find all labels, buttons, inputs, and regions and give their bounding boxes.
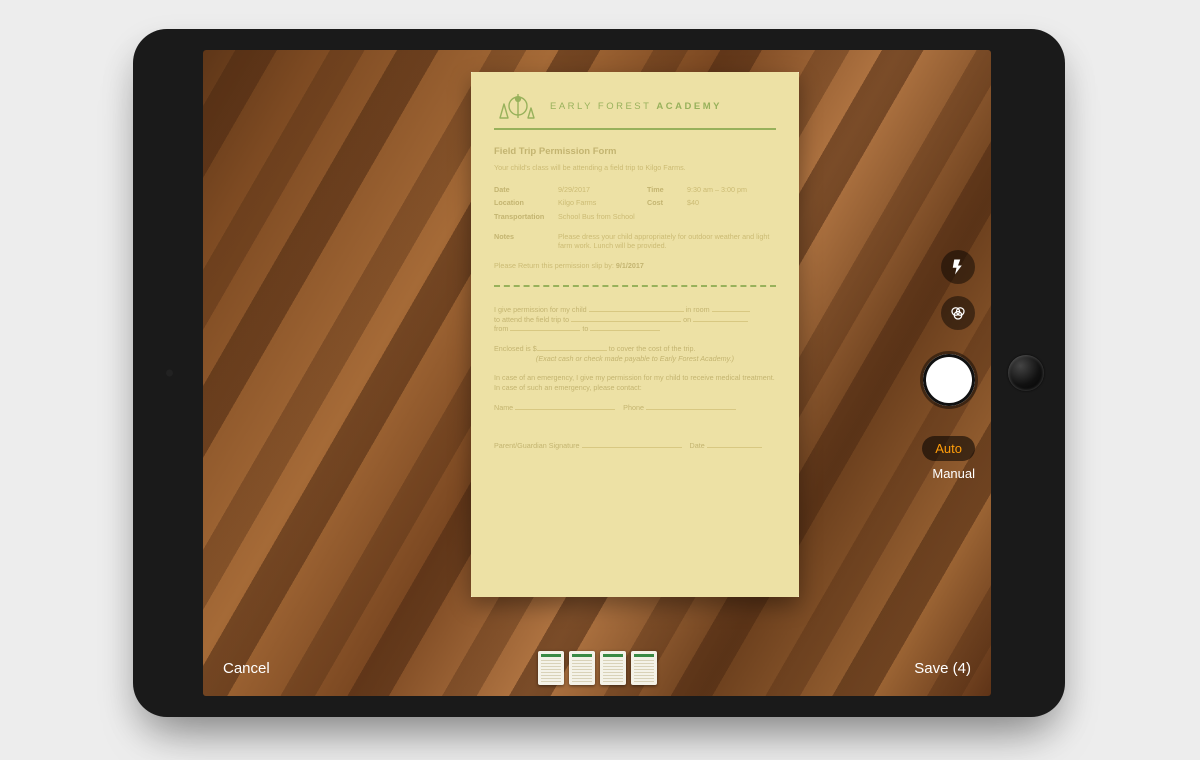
- signature-line: Parent/Guardian Signature Date: [494, 441, 776, 451]
- notes-label: Notes: [494, 232, 558, 251]
- time-value: 9:30 am – 3:00 pm: [687, 185, 776, 195]
- flash-button[interactable]: [941, 250, 975, 284]
- consent-2a: to attend the field trip to: [494, 315, 571, 324]
- capture-mode-manual[interactable]: Manual: [932, 466, 975, 481]
- blank-to-time: [590, 325, 660, 331]
- payable-note: (Exact cash or check made payable to Ear…: [494, 354, 776, 364]
- enclosed-a: Enclosed is $: [494, 344, 537, 353]
- signature-label: Parent/Guardian Signature: [494, 441, 582, 450]
- contact-line: Name Phone: [494, 403, 776, 413]
- enclosed-line: Enclosed is $ to cover the cost of the t…: [494, 344, 776, 363]
- save-button[interactable]: Save (4): [914, 660, 971, 677]
- cost-label: Cost: [647, 198, 687, 208]
- scan-thumbnail[interactable]: [538, 651, 564, 685]
- date-value: 9/29/2017: [558, 185, 647, 195]
- blank-sig-date: [707, 441, 762, 447]
- blank-room: [712, 305, 750, 311]
- ipad-device-frame: EARLY FOREST ACADEMY Field Trip Permissi…: [133, 29, 1065, 717]
- location-label: Location: [494, 198, 558, 208]
- cost-value: $40: [687, 198, 776, 208]
- header-rule: [494, 128, 776, 130]
- bottom-toolbar: Cancel Save (4): [203, 640, 991, 696]
- blank-destination: [571, 315, 681, 321]
- shutter-button[interactable]: [923, 354, 975, 406]
- consent-3a: from: [494, 324, 510, 333]
- cancel-button[interactable]: Cancel: [223, 660, 270, 677]
- blank-contact-name: [515, 403, 615, 409]
- contact-phone-label: Phone: [623, 403, 646, 412]
- sig-date-label: Date: [690, 441, 707, 450]
- form-subtitle: Your child's class will be attending a f…: [494, 163, 776, 173]
- blank-on-date: [693, 315, 748, 321]
- consent-line-1: I give permission for my child in room t…: [494, 305, 776, 334]
- date-label: Date: [494, 185, 558, 195]
- brand-bold: ACADEMY: [656, 101, 722, 112]
- blank-child-name: [589, 305, 684, 311]
- filters-button[interactable]: [941, 296, 975, 330]
- blank-from-time: [510, 325, 580, 331]
- home-button[interactable]: [1008, 355, 1044, 391]
- consent-1b: in room: [684, 305, 712, 314]
- consent-3b: to: [580, 324, 590, 333]
- time-label: Time: [647, 185, 687, 195]
- tear-line: [494, 285, 776, 287]
- blank-contact-phone: [646, 403, 736, 409]
- blank-amount: [537, 345, 607, 351]
- form-fields-grid: Date 9/29/2017 Time 9:30 am – 3:00 pm Lo…: [494, 185, 776, 222]
- scan-thumbnails: [538, 651, 657, 685]
- return-by-prefix: Please Return this permission slip by:: [494, 261, 616, 270]
- school-logo-icon: [494, 92, 540, 122]
- contact-name-label: Name: [494, 403, 515, 412]
- location-value: Kilgo Farms: [558, 198, 647, 208]
- enclosed-b: to cover the cost of the trip.: [607, 344, 696, 353]
- scanned-document: EARLY FOREST ACADEMY Field Trip Permissi…: [471, 72, 799, 597]
- form-title: Field Trip Permission Form: [494, 146, 776, 159]
- school-name: EARLY FOREST ACADEMY: [550, 101, 722, 114]
- scan-thumbnail[interactable]: [631, 651, 657, 685]
- notes-row: Notes Please dress your child appropriat…: [494, 232, 776, 251]
- return-by: Please Return this permission slip by: 9…: [494, 261, 776, 271]
- capture-mode-auto[interactable]: Auto: [922, 436, 975, 461]
- consent-1a: I give permission for my child: [494, 305, 589, 314]
- consent-2b: on: [681, 315, 693, 324]
- transport-value: School Bus from School: [558, 212, 776, 222]
- filters-icon: [949, 304, 967, 322]
- front-camera: [166, 370, 173, 377]
- flash-icon: [949, 258, 967, 276]
- scan-thumbnail[interactable]: [600, 651, 626, 685]
- scan-thumbnail[interactable]: [569, 651, 595, 685]
- stage: EARLY FOREST ACADEMY Field Trip Permissi…: [0, 0, 1200, 760]
- return-by-date: 9/1/2017: [616, 261, 644, 270]
- blank-signature: [582, 441, 682, 447]
- scanner-screen: EARLY FOREST ACADEMY Field Trip Permissi…: [203, 50, 991, 696]
- emergency-paragraph: In case of an emergency, I give my permi…: [494, 373, 776, 392]
- notes-value: Please dress your child appropriately fo…: [558, 232, 776, 251]
- brand-light: EARLY FOREST: [550, 101, 656, 112]
- transport-label: Transportation: [494, 212, 558, 222]
